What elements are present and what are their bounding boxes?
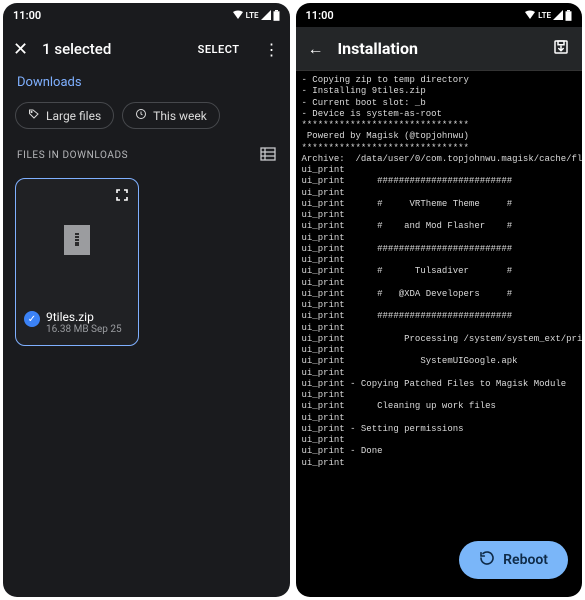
close-icon[interactable]: ✕ (13, 39, 28, 60)
file-name: 9tiles.zip (46, 310, 122, 324)
file-card[interactable]: ✓ 9tiles.zip 16.38 MB Sep 25 (15, 178, 139, 346)
app-toolbar: ← Installation (296, 27, 583, 71)
chip-this-week[interactable]: This week (122, 102, 220, 129)
wifi-icon (232, 10, 244, 20)
status-time: 11:00 (13, 9, 41, 22)
select-all-button[interactable]: SELECT (198, 43, 240, 56)
reboot-button[interactable]: Reboot (459, 541, 568, 579)
fullscreen-icon[interactable] (116, 189, 128, 204)
status-time: 11:00 (306, 9, 334, 22)
signal-icon (553, 10, 563, 20)
restart-icon (479, 550, 495, 570)
page-title: Installation (338, 39, 539, 58)
status-bar: 11:00 LTE (3, 3, 290, 27)
status-bar: 11:00 LTE (296, 3, 583, 27)
reboot-fab-wrap: Reboot (459, 541, 568, 579)
status-icons: LTE (524, 10, 572, 21)
signal-icon (261, 10, 271, 20)
breadcrumb[interactable]: Downloads (3, 71, 290, 98)
chip-label: Large files (46, 109, 101, 123)
lte-label: LTE (538, 11, 551, 20)
selection-toolbar: ✕ 1 selected SELECT ⋮ (3, 27, 290, 71)
reboot-label: Reboot (503, 552, 548, 568)
tag-icon (28, 108, 40, 123)
checkmark-icon[interactable]: ✓ (24, 311, 40, 327)
install-log: - Copying zip to temp directory - Instal… (296, 71, 583, 597)
battery-icon (273, 10, 280, 21)
chip-large-files[interactable]: Large files (15, 102, 114, 129)
section-header: FILES IN DOWNLOADS (3, 139, 290, 172)
back-arrow-icon[interactable]: ← (308, 39, 324, 59)
overflow-menu-icon[interactable]: ⋮ (254, 40, 280, 59)
section-title: FILES IN DOWNLOADS (17, 150, 128, 161)
selection-title: 1 selected (42, 40, 184, 58)
lte-label: LTE (246, 11, 259, 20)
file-meta: 16.38 MB Sep 25 (46, 324, 122, 335)
file-picker-screen: 11:00 LTE ✕ 1 selected SELECT ⋮ Download… (3, 3, 290, 597)
filter-chips: Large files This week (3, 98, 290, 139)
chip-label: This week (153, 109, 207, 123)
save-log-icon[interactable] (552, 38, 570, 60)
installation-screen: 11:00 LTE ← Installation - Copying zip t… (296, 3, 583, 597)
file-footer: ✓ 9tiles.zip 16.38 MB Sep 25 (16, 302, 138, 345)
status-icons: LTE (232, 10, 280, 21)
clock-icon (135, 108, 147, 123)
list-view-icon[interactable] (260, 147, 276, 164)
battery-icon (565, 10, 572, 21)
zip-file-icon (64, 225, 90, 255)
wifi-icon (524, 10, 536, 20)
